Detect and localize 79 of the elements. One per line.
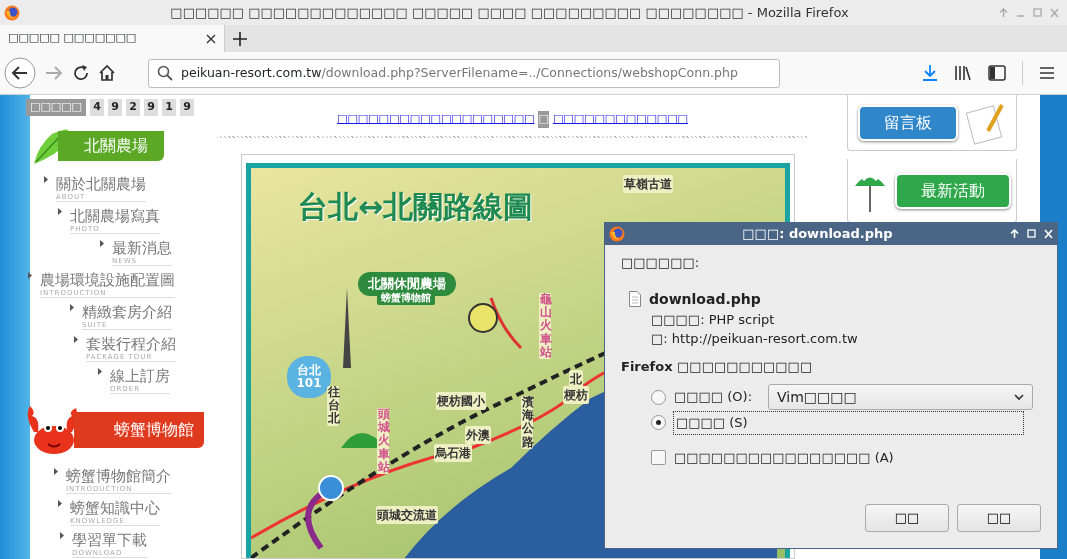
page-link[interactable]: □□□□□□□□□□□□□□□□□□□ bbox=[337, 111, 535, 128]
menu-icon[interactable] bbox=[1039, 66, 1055, 80]
menu-link[interactable]: 關於北關農場 bbox=[56, 175, 146, 193]
page-link[interactable]: □□□□□□□□□□□□□ bbox=[552, 111, 688, 128]
bullet-icon bbox=[60, 531, 64, 539]
map-label: 濱海公路 bbox=[521, 396, 533, 449]
map-title: 台北↔北關路線圖 bbox=[297, 188, 535, 226]
dialog-button[interactable]: □□ bbox=[865, 504, 949, 532]
dialog-title: □□□: download.php bbox=[741, 225, 894, 244]
radio-button[interactable] bbox=[651, 415, 666, 431]
section-header[interactable]: 螃蟹博物館 bbox=[74, 411, 204, 448]
search-icon bbox=[157, 65, 173, 81]
new-tab-icon[interactable] bbox=[233, 31, 247, 46]
firefox-logo-icon bbox=[609, 226, 625, 242]
download-icon[interactable] bbox=[922, 64, 938, 82]
map-label: 梗枋 bbox=[563, 386, 589, 404]
menu-link[interactable]: 精緻套房介紹 bbox=[82, 303, 172, 321]
file-name: download.php bbox=[649, 289, 761, 309]
counter-digit: 9 bbox=[107, 99, 122, 116]
bullet-icon bbox=[28, 271, 32, 279]
counter-label: □□□□□ bbox=[26, 99, 86, 116]
bullet-icon bbox=[44, 175, 48, 183]
dropdown-value: Vim□□□□ bbox=[777, 387, 857, 407]
map-label: 外澳 bbox=[465, 426, 491, 444]
menu-link[interactable]: 最新消息 bbox=[112, 239, 172, 257]
section-header[interactable]: 北關農場 bbox=[58, 130, 164, 161]
counter-digit: 9 bbox=[179, 99, 194, 116]
bullet-icon bbox=[58, 499, 62, 507]
bullet-icon bbox=[70, 303, 74, 311]
map-label: 龜山火車站 bbox=[539, 293, 551, 359]
url-text: peikuan-resort.com.tw/download.php?ServerFilename=../Connections/webshopConn.php bbox=[181, 63, 738, 82]
map-label: 烏石港 bbox=[434, 444, 472, 462]
close-icon[interactable] bbox=[206, 33, 216, 44]
file-source: □: http://peikuan-resort.com.tw bbox=[651, 330, 859, 348]
menu-link[interactable]: 北關農場寫真 bbox=[70, 207, 160, 225]
nav-button[interactable]: 最新活動 bbox=[895, 172, 1011, 209]
menu-link[interactable]: 學習單下載 bbox=[72, 531, 147, 549]
firefox-logo-icon bbox=[4, 4, 20, 21]
bullet-icon bbox=[58, 207, 62, 215]
address-bar[interactable]: peikuan-resort.com.tw/download.php?ServerFilename=../Connections/webshopConn.php bbox=[148, 58, 780, 88]
menu-link[interactable]: 農場環境設施配置圖 bbox=[40, 271, 175, 289]
tab-title: □□□□□ □□□□□□□ bbox=[8, 30, 138, 47]
app-dropdown[interactable]: Vim□□□□ bbox=[768, 384, 1034, 410]
dialog-label: □□□□□□: bbox=[621, 254, 701, 272]
bullet-icon bbox=[98, 367, 102, 375]
reload-icon[interactable] bbox=[72, 64, 90, 82]
window-title: □□□□□□ □□□□□□□□□□□□□ □□□□□ □□□□ □□□□□□□□□ □□□□□□□□ - Mozilla Firefox bbox=[169, 3, 850, 22]
checkbox[interactable] bbox=[651, 449, 666, 465]
bullet-icon bbox=[100, 239, 104, 247]
dialog-button[interactable]: □□ bbox=[957, 504, 1041, 532]
radio-label: □□□□ (O): bbox=[674, 388, 753, 407]
counter-digit: 4 bbox=[89, 99, 104, 116]
link-separator: □ bbox=[538, 111, 549, 128]
home-icon[interactable] bbox=[98, 64, 116, 82]
menu-link[interactable]: 螃蟹博物館簡介 bbox=[66, 467, 171, 485]
bullet-icon bbox=[54, 467, 58, 475]
map-label: 草嶺古道 bbox=[623, 175, 673, 193]
dialog-question: Firefox □□□□□□□□□□□ bbox=[621, 357, 814, 376]
radio-button[interactable] bbox=[651, 389, 666, 405]
counter-digit: 1 bbox=[161, 99, 176, 116]
menu-link[interactable]: 螃蟹知識中心 bbox=[70, 499, 160, 517]
chevron-down-icon bbox=[1014, 393, 1025, 401]
counter-digit: 9 bbox=[143, 99, 158, 116]
map-label: 頭城火車站 bbox=[377, 408, 389, 474]
map-label: 梗枋國小 bbox=[436, 392, 486, 410]
radio-label: □□□□ (S) bbox=[674, 412, 1023, 434]
back-icon[interactable] bbox=[4, 57, 36, 89]
file-icon bbox=[629, 291, 641, 307]
counter-digit: 2 bbox=[125, 99, 140, 116]
browser-tab[interactable]: □□□□□ □□□□□□□ bbox=[0, 25, 225, 52]
sidebar-icon[interactable] bbox=[988, 65, 1006, 81]
menu-link[interactable]: 線上訂房 bbox=[110, 367, 170, 385]
checkbox-label: □□□□□□□□□□□□□□□□ (A) bbox=[674, 448, 894, 467]
map-label: 頭城交流道 bbox=[376, 506, 438, 524]
file-type: □□□□: PHP script bbox=[651, 310, 776, 329]
library-icon[interactable] bbox=[954, 65, 972, 81]
bullet-icon bbox=[74, 335, 78, 343]
menu-link[interactable]: 套裝行程介紹 bbox=[86, 335, 176, 353]
nav-button[interactable]: 留言板 bbox=[858, 104, 958, 141]
